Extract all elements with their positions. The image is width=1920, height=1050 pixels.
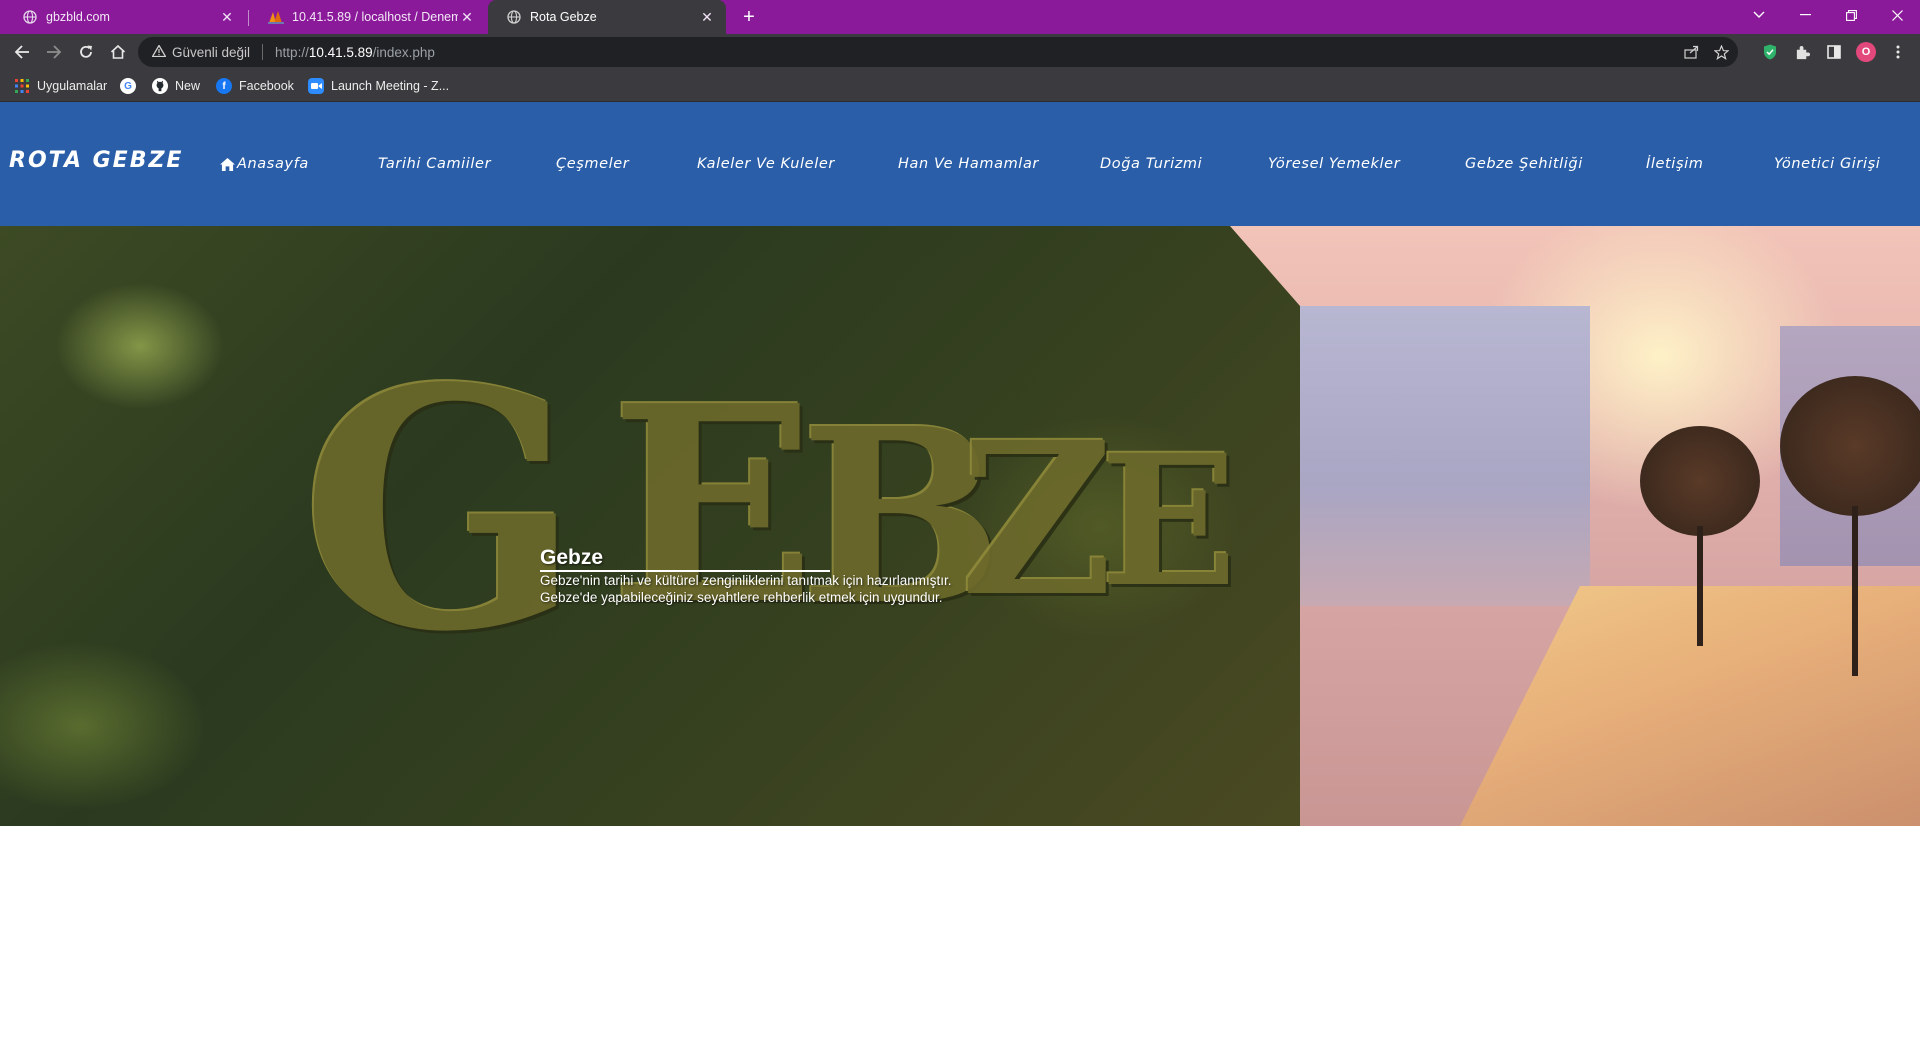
security-status[interactable]: Güvenli değil — [172, 45, 250, 60]
close-icon[interactable]: ✕ — [698, 8, 716, 26]
avatar: O — [1856, 42, 1876, 62]
url-host: 10.41.5.89 — [308, 44, 373, 60]
tab-title: 10.41.5.89 / localhost / Deneme / — [292, 10, 458, 24]
tab-search-icon[interactable] — [1736, 0, 1782, 30]
hero-caption: Gebze Gebze'nin tarihi ve kültürel zengi… — [540, 546, 952, 606]
nav-han-ve-hamamlar[interactable]: Han Ve Hamamlar — [898, 156, 1039, 172]
google-icon: G — [120, 78, 136, 94]
close-icon[interactable]: ✕ — [218, 8, 236, 26]
hero-description: Gebze'de yapabileceğiniz seyahtlere rehb… — [540, 590, 943, 605]
new-tab-button[interactable]: + — [736, 4, 762, 30]
address-bar[interactable]: Güvenli değil http:// 10.41.5.89 /index.… — [138, 37, 1738, 67]
menu-kebab-icon[interactable] — [1884, 38, 1912, 66]
tab-gbzbld[interactable]: gbzbld.com ✕ — [4, 0, 246, 34]
bookmark-google[interactable]: G — [120, 70, 143, 102]
side-panel-icon[interactable] — [1820, 38, 1848, 66]
close-icon[interactable]: ✕ — [458, 8, 476, 26]
hero-sidewalk — [1460, 586, 1920, 826]
hero-tree — [1780, 376, 1920, 516]
extensions-puzzle-icon[interactable] — [1788, 38, 1816, 66]
forward-icon[interactable] — [40, 38, 68, 66]
home-icon[interactable] — [104, 38, 132, 66]
bookmark-zoom[interactable]: Launch Meeting - Z... — [308, 70, 449, 102]
nav-tarihi-camiiler[interactable]: Tarihi Camiiler — [378, 156, 491, 172]
bookmark-star-icon[interactable] — [1714, 37, 1729, 67]
tab-rota-gebze[interactable]: Rota Gebze ✕ — [488, 0, 726, 34]
tab-separator — [248, 10, 249, 26]
minimize-icon[interactable] — [1782, 0, 1828, 30]
nav-cesmeler[interactable]: Çeşmeler — [556, 156, 629, 172]
hero-description: Gebze'nin tarihi ve kültürel zenginlikle… — [540, 573, 952, 588]
hedge-letter-decoration: G — [300, 316, 582, 704]
hero-tree — [1640, 426, 1760, 536]
hero-tree-trunk — [1852, 506, 1858, 676]
tab-strip: gbzbld.com ✕ 10.41.5.89 / localhost / De… — [0, 0, 1920, 34]
bookmark-label: New — [175, 79, 201, 93]
url-path: /index.php — [372, 44, 435, 60]
close-window-icon[interactable] — [1874, 0, 1920, 30]
bookmarks-bar: Uygulamalar G New f Facebook Launch Meet… — [0, 70, 1920, 102]
facebook-icon: f — [216, 78, 232, 94]
nav-yonetici-girisi[interactable]: Yönetici Girişi — [1774, 156, 1880, 172]
nav-gebze-sehitligi[interactable]: Gebze Şehitliği — [1465, 156, 1583, 172]
nav-label: Anasayfa — [237, 156, 309, 172]
home-icon — [220, 157, 235, 171]
url-prefix: http:// — [275, 44, 309, 60]
apps-grid-icon — [14, 78, 30, 94]
tab-title: Rota Gebze — [530, 10, 597, 24]
browser-toolbar: Güvenli değil http:// 10.41.5.89 /index.… — [0, 34, 1920, 70]
hero-title: Gebze — [540, 546, 830, 572]
zoom-icon — [308, 78, 324, 94]
hedge-letter-decoration: E — [610, 346, 816, 664]
tab-phpmyadmin[interactable]: 10.41.5.89 / localhost / Deneme / ✕ — [250, 0, 486, 34]
nav-iletisim[interactable]: İletişim — [1646, 156, 1703, 172]
site-navbar: ROTA GEBZE Anasayfa Tarihi Camiiler Çeşm… — [0, 102, 1920, 226]
nav-yoresel-yemekler[interactable]: Yöresel Yemekler — [1268, 156, 1400, 172]
globe-icon — [506, 9, 522, 25]
share-icon[interactable] — [1684, 37, 1699, 67]
hero-tree-trunk — [1697, 526, 1703, 646]
restore-icon[interactable] — [1828, 0, 1874, 30]
nav-anasayfa[interactable]: Anasayfa — [220, 156, 309, 172]
hero-building — [1290, 306, 1590, 606]
bookmark-label: Launch Meeting - Z... — [331, 79, 450, 93]
phpmyadmin-icon — [268, 9, 284, 25]
site-brand[interactable]: ROTA GEBZE — [9, 148, 183, 173]
nav-kaleler-ve-kuleler[interactable]: Kaleler Ve Kuleler — [697, 156, 835, 172]
bookmark-label: Facebook — [239, 79, 294, 93]
hedge-letter-decoration: Z — [960, 396, 1114, 643]
profile-avatar[interactable]: O — [1852, 38, 1880, 66]
globe-icon — [22, 9, 38, 25]
bookmark-facebook[interactable]: f Facebook — [216, 70, 294, 102]
reload-icon[interactable] — [72, 38, 100, 66]
hero-hedge-wall: G E B Z E — [0, 226, 1300, 826]
hedge-letter-decoration: E — [1100, 416, 1238, 627]
shield-extension-icon[interactable] — [1756, 38, 1784, 66]
github-icon — [152, 78, 168, 94]
nav-doga-turizmi[interactable]: Doğa Turizmi — [1100, 156, 1202, 172]
bookmark-apps[interactable]: Uygulamalar — [14, 70, 107, 102]
bookmark-label: Uygulamalar — [37, 79, 108, 93]
bookmark-github[interactable]: New — [152, 70, 200, 102]
hero-banner: G E B Z E Gebze Gebze'nin tarihi ve kült… — [0, 226, 1920, 826]
divider — [262, 44, 264, 60]
back-icon[interactable] — [8, 38, 36, 66]
warning-icon — [151, 43, 167, 60]
tab-title: gbzbld.com — [46, 10, 110, 24]
